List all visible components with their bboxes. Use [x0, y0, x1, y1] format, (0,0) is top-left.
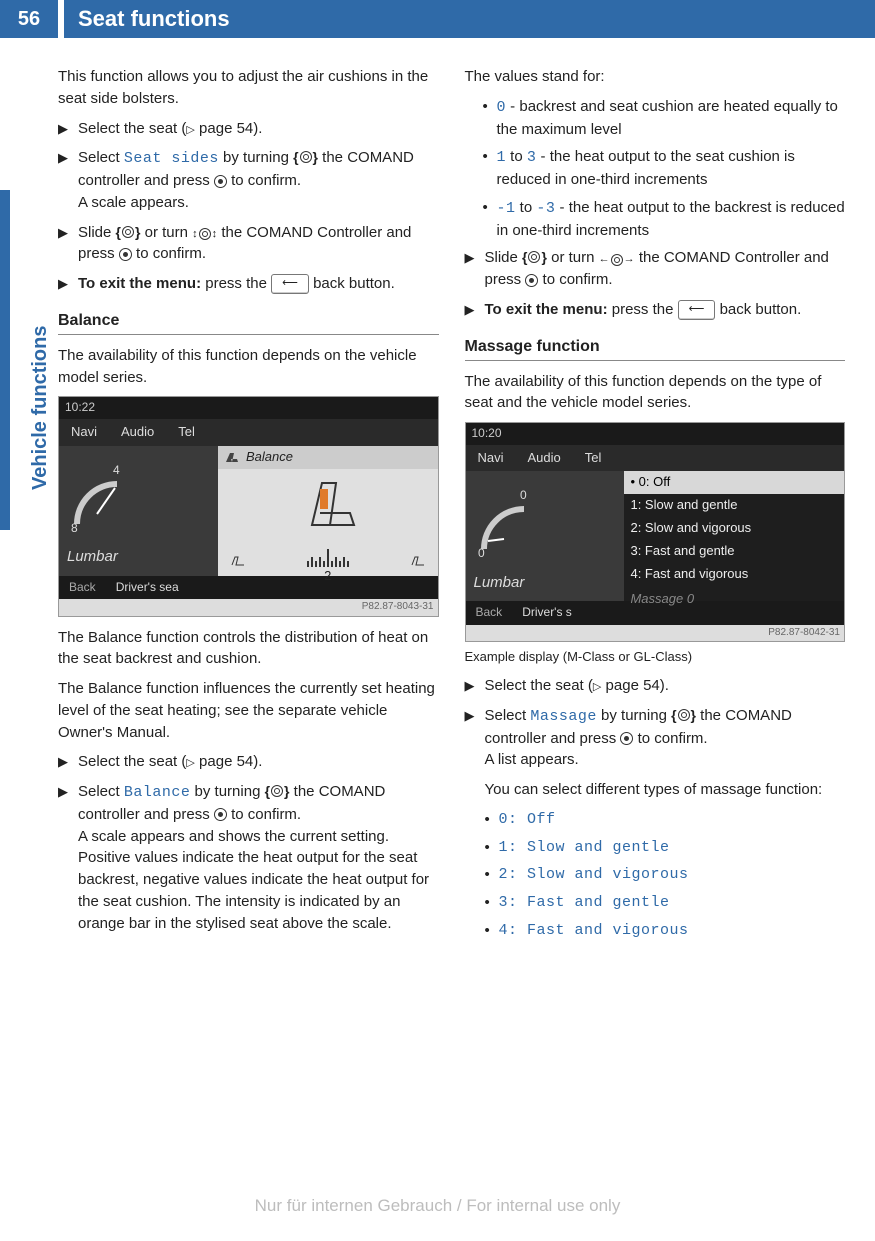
triangle-icon: ▶	[58, 781, 78, 934]
step: ▶ Slide {} or turn ←→ the COMAND Control…	[465, 247, 846, 291]
triangle-icon: ▶	[465, 705, 485, 948]
ss-tab: Audio	[109, 419, 166, 446]
balance-desc: The Balance function influences the curr…	[58, 678, 439, 743]
svg-text:4: 4	[113, 463, 120, 477]
press-icon	[119, 248, 132, 261]
ss-time: 10:22	[59, 397, 438, 418]
step: ▶ Select Balance by turning {} the COMAN…	[58, 781, 439, 934]
balance-intro: The availability of this function depend…	[58, 345, 439, 389]
ss-lumbar-label: Lumbar	[67, 546, 210, 568]
press-icon	[214, 808, 227, 821]
massage-option: 4: Fast and vigorous	[499, 920, 846, 942]
balance-screenshot: 10:22 Navi Audio Tel 4 8 Lumba	[58, 396, 439, 616]
ss-list-item: 1: Slow and gentle	[624, 494, 844, 517]
press-icon	[214, 175, 227, 188]
step: ▶ Select the seat (▷ page 54).	[465, 675, 846, 697]
page-title: Seat functions	[64, 0, 875, 38]
triangle-icon: ▶	[58, 222, 78, 266]
ss-tab: Navi	[59, 419, 109, 446]
ss-code: P82.87-8043-31	[59, 599, 438, 616]
bullet: • 0 - backrest and seat cushion are heat…	[465, 96, 846, 141]
back-button-icon: ⟵	[271, 274, 309, 294]
svg-text:0: 0	[520, 488, 527, 502]
ss-massage-label: Massage 0	[624, 586, 844, 613]
rotary-turn-icon: ↕↕	[192, 227, 217, 243]
massage-option: 3: Fast and gentle	[499, 892, 846, 914]
ss-list-item: 4: Fast and vigorous	[624, 563, 844, 586]
ss-list-item: • 0: Off	[624, 471, 844, 494]
svg-text:8: 8	[71, 521, 78, 534]
seat-small-icon	[230, 555, 246, 567]
ss-scale-value: 2	[224, 567, 432, 586]
triangle-icon: ▶	[465, 247, 485, 291]
page-header: 56 Seat functions	[0, 0, 875, 38]
rotary-slide-icon: {}	[116, 222, 141, 242]
seat-small-icon	[410, 555, 426, 567]
triangle-icon: ▶	[465, 299, 485, 321]
side-tab: Vehicle functions	[0, 190, 30, 530]
seat-diagram-icon	[288, 475, 368, 531]
rotary-turn-icon: {}	[293, 147, 318, 167]
massage-heading: Massage function	[465, 335, 846, 361]
triangle-icon: ▶	[58, 273, 78, 295]
watermark: Nur für internen Gebrauch / For internal…	[0, 1194, 875, 1219]
triangle-icon: ▶	[465, 675, 485, 697]
rotary-turn-icon: ←→	[599, 252, 635, 268]
values-intro: The values stand for:	[465, 66, 846, 88]
menu-code: Seat sides	[124, 150, 219, 167]
menu-code: Balance	[124, 784, 191, 801]
right-column: The values stand for: • 0 - backrest and…	[465, 66, 846, 956]
rotary-turn-icon: {}	[265, 781, 290, 801]
step: ▶ Select Massage by turning {} the COMAN…	[465, 705, 846, 948]
massage-screenshot: 10:20 Navi Audio Tel 0 0 Lumba	[465, 422, 846, 642]
ss-driver-label: Driver's s	[512, 601, 582, 624]
page-number: 56	[0, 0, 58, 38]
gauge-icon: 0 0	[474, 479, 534, 559]
screenshot-caption: Example display (M-Class or GL-Class)	[465, 648, 846, 667]
step: ▶ Select the seat (▷ page 54).	[58, 118, 439, 140]
ref-triangle-icon: ▷	[186, 757, 194, 769]
ss-code: P82.87-8042-31	[466, 625, 845, 642]
svg-text:0: 0	[478, 546, 485, 559]
gauge-icon: 4 8	[67, 454, 127, 534]
triangle-icon: ▶	[58, 751, 78, 773]
ss-list-item: 3: Fast and gentle	[624, 540, 844, 563]
rotary-turn-icon: {}	[671, 705, 696, 725]
step: ▶ Select Seat sides by turning {} the CO…	[58, 147, 439, 213]
step: ▶ To exit the menu: press the ⟵ back but…	[58, 273, 439, 295]
balance-desc: The Balance function controls the distri…	[58, 627, 439, 671]
ss-tab: Tel	[573, 445, 614, 472]
press-icon	[525, 274, 538, 287]
side-tab-label: Vehicle functions	[26, 326, 55, 490]
ss-back-label: Back	[466, 601, 513, 624]
ss-back-label: Back	[59, 576, 106, 599]
massage-option: 2: Slow and vigorous	[499, 864, 846, 886]
triangle-icon: ▶	[58, 147, 78, 213]
ss-tab: Audio	[516, 445, 573, 472]
step: ▶ Select the seat (▷ page 54).	[58, 751, 439, 773]
ss-list-item: 2: Slow and vigorous	[624, 517, 844, 540]
menu-code: Massage	[530, 708, 597, 725]
rotary-slide-icon: {}	[522, 247, 547, 267]
massage-option: 1: Slow and gentle	[499, 837, 846, 859]
ss-lumbar-label: Lumbar	[474, 572, 617, 594]
seat-icon	[224, 450, 240, 464]
massage-intro: The availability of this function depend…	[465, 371, 846, 415]
back-button-icon: ⟵	[678, 300, 716, 320]
balance-heading: Balance	[58, 309, 439, 335]
ref-triangle-icon: ▷	[186, 124, 194, 136]
step: ▶ To exit the menu: press the ⟵ back but…	[465, 299, 846, 321]
ss-tab: Tel	[166, 419, 207, 446]
step: ▶ Slide {} or turn ↕↕ the COMAND Control…	[58, 222, 439, 266]
massage-option: 0: Off	[499, 809, 846, 831]
ss-driver-label: Driver's sea	[106, 576, 189, 599]
ss-tab: Navi	[466, 445, 516, 472]
intro-text: This function allows you to adjust the a…	[58, 66, 439, 110]
bullet: • -1 to -3 - the heat output to the back…	[465, 197, 846, 242]
left-column: This function allows you to adjust the a…	[58, 66, 439, 956]
ss-time: 10:20	[466, 423, 845, 444]
press-icon	[620, 732, 633, 745]
bullet: • 1 to 3 - the heat output to the seat c…	[465, 146, 846, 191]
triangle-icon: ▶	[58, 118, 78, 140]
